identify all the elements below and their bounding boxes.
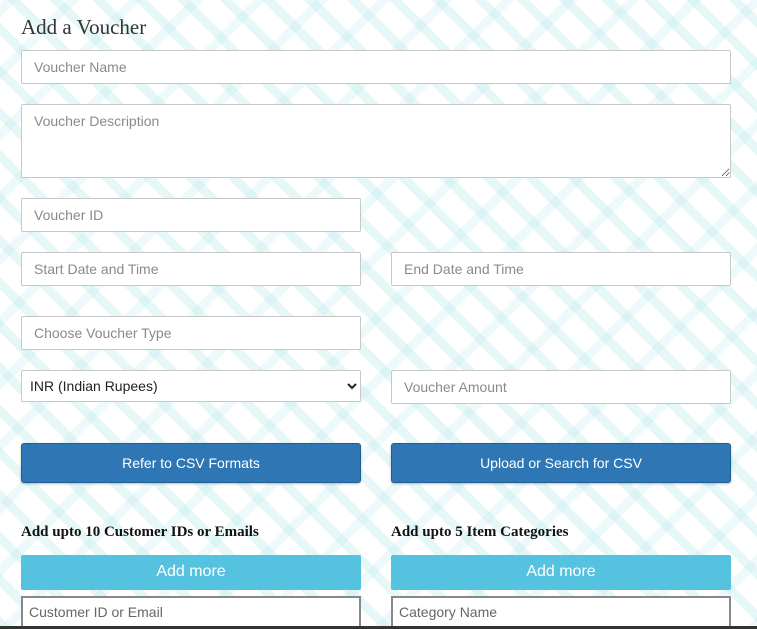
voucher-id-input[interactable] [21, 198, 361, 232]
csv-formats-button[interactable]: Refer to CSV Formats [21, 443, 361, 483]
category-name-input[interactable] [391, 596, 731, 626]
end-date-input[interactable] [391, 252, 731, 286]
customer-ids-heading: Add upto 10 Customer IDs or Emails [21, 524, 259, 540]
start-date-input[interactable] [21, 252, 361, 286]
page-title: Add a Voucher [21, 15, 147, 39]
upload-csv-button[interactable]: Upload or Search for CSV [391, 443, 731, 483]
voucher-amount-input[interactable] [391, 370, 731, 404]
add-more-customers-button[interactable]: Add more [21, 555, 361, 590]
voucher-description-textarea[interactable] [21, 104, 731, 178]
voucher-type-input[interactable] [21, 316, 361, 350]
add-more-categories-button[interactable]: Add more [391, 555, 731, 590]
currency-select[interactable]: INR (Indian Rupees) [21, 370, 361, 402]
customer-id-input[interactable] [21, 596, 361, 626]
voucher-name-input[interactable] [21, 50, 731, 84]
item-categories-heading: Add upto 5 Item Categories [391, 524, 569, 540]
